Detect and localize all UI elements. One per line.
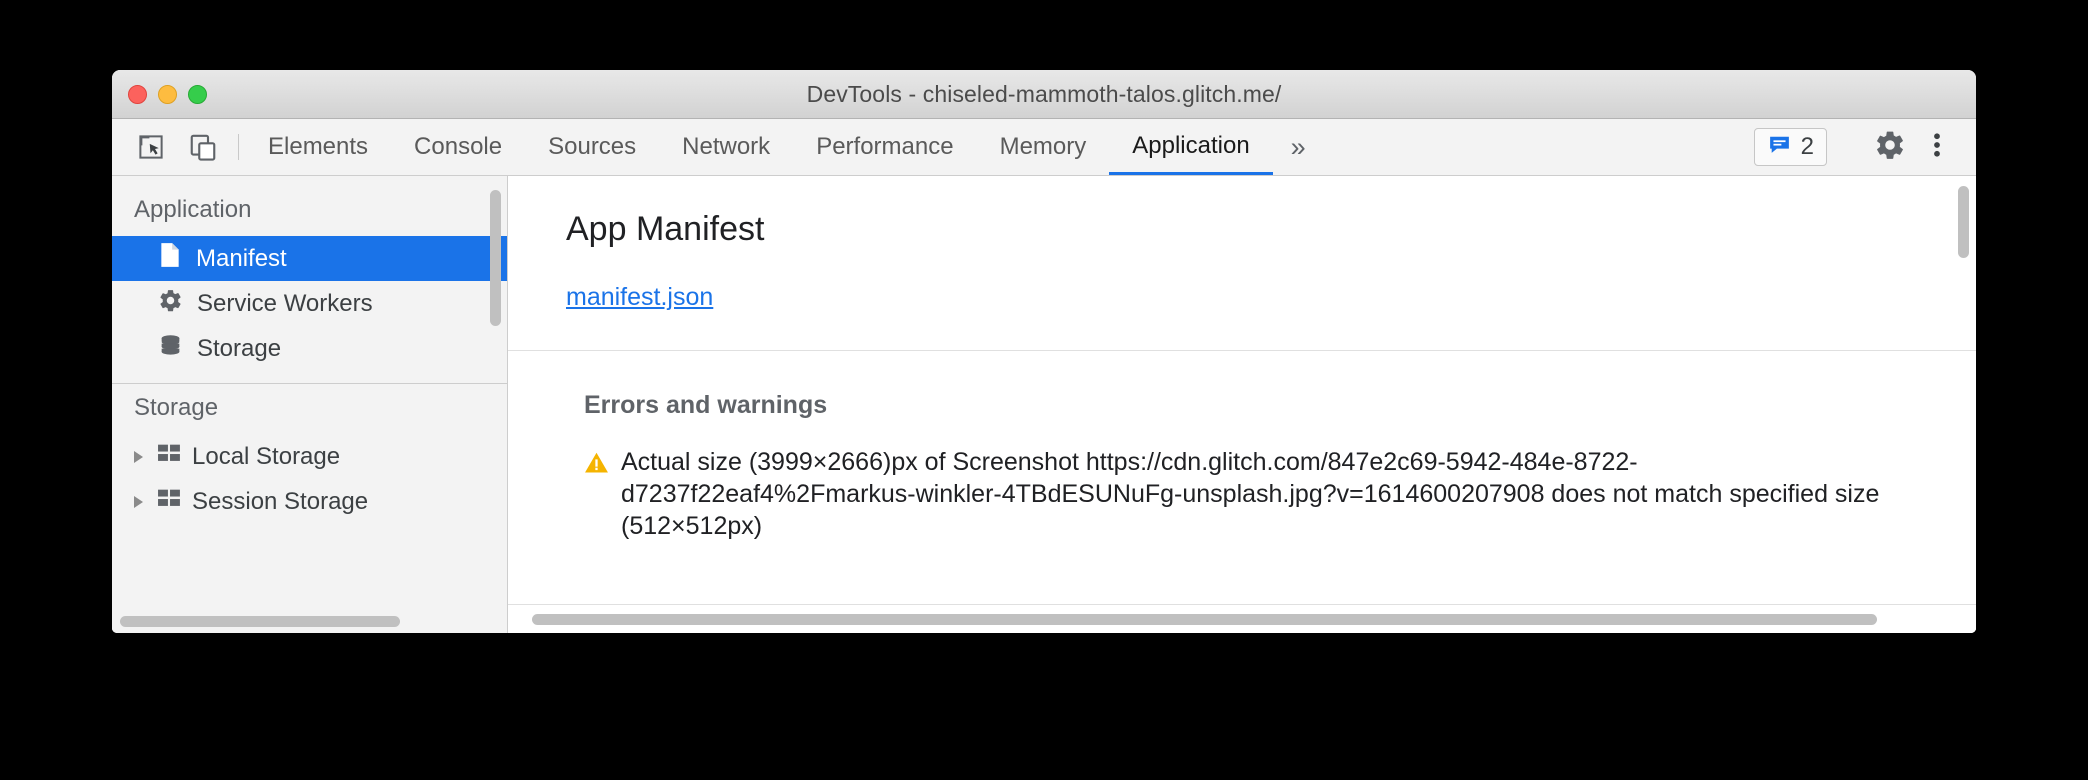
database-icon: [158, 333, 183, 365]
sidebar-scroll-content: Application Manifest Service Workers Sto…: [112, 176, 507, 633]
maximize-window-button[interactable]: [188, 84, 207, 104]
toolbar-divider: [238, 134, 239, 160]
manifest-header-section: App Manifest manifest.json: [508, 176, 1976, 350]
chevron-right-icon[interactable]: [134, 450, 143, 463]
manifest-panel: App Manifest manifest.json Errors and wa…: [508, 176, 1976, 633]
sidebar-item-session-storage[interactable]: Session Storage: [112, 479, 507, 524]
manifest-vertical-scrollbar[interactable]: [1958, 186, 1969, 258]
errors-heading: Errors and warnings: [584, 391, 828, 419]
screenshot-stage: DevTools - chiseled-mammoth-talos.glitch…: [0, 0, 2088, 780]
sidebar-vertical-scrollbar[interactable]: [490, 190, 501, 326]
message-count: 2: [1800, 133, 1814, 160]
sidebar-item-label: Storage: [197, 334, 282, 362]
window-controls: [128, 70, 207, 118]
more-options-button[interactable]: [1924, 130, 1950, 165]
manifest-bottom-bar: [508, 604, 1976, 633]
more-vertical-icon: [1924, 130, 1950, 165]
tab-performance[interactable]: Performance: [793, 119, 976, 175]
sidebar-item-manifest[interactable]: Manifest: [112, 236, 507, 281]
manifest-horizontal-scrollbar[interactable]: [532, 614, 1877, 625]
toolbar-icon-group: [112, 119, 232, 175]
table-icon: [157, 487, 182, 516]
sidebar-item-label: Manifest: [196, 244, 287, 272]
message-count-button[interactable]: 2: [1753, 128, 1827, 166]
devtools-body: Application Manifest Service Workers Sto…: [112, 176, 1976, 633]
table-icon: [157, 442, 182, 471]
page-title: App Manifest: [566, 210, 765, 248]
sidebar-group-title-application: Application: [134, 196, 252, 223]
manifest-scroll-area: App Manifest manifest.json Errors and wa…: [508, 176, 1976, 604]
tab-elements[interactable]: Elements: [245, 119, 391, 175]
device-toolbar-icon[interactable]: [186, 130, 220, 164]
window-title: DevTools - chiseled-mammoth-talos.glitch…: [806, 80, 1282, 107]
sidebar-horizontal-scrollbar[interactable]: [120, 616, 400, 627]
tab-sources[interactable]: Sources: [525, 119, 659, 175]
gear-icon: [158, 288, 183, 320]
sidebar-item-storage[interactable]: Storage: [112, 326, 507, 371]
document-icon: [158, 242, 182, 275]
sidebar-item-label: Service Workers: [197, 289, 373, 317]
close-window-button[interactable]: [128, 84, 147, 104]
sidebar-item-label: Session Storage: [192, 487, 369, 515]
manifest-json-link[interactable]: manifest.json: [566, 283, 713, 311]
tab-console[interactable]: Console: [391, 119, 525, 175]
tab-application[interactable]: Application: [1109, 119, 1273, 175]
tab-memory[interactable]: Memory: [977, 119, 1110, 175]
errors-and-warnings-section: Errors and warnings Actual size (3999×26…: [508, 350, 1976, 572]
warning-triangle-icon: [584, 451, 609, 479]
inspect-element-icon[interactable]: [134, 130, 168, 164]
application-sidebar: Application Manifest Service Workers Sto…: [112, 176, 508, 633]
panel-tabs: Elements Console Sources Network Perform…: [245, 119, 1754, 175]
window-titlebar: DevTools - chiseled-mammoth-talos.glitch…: [112, 70, 1976, 119]
settings-button[interactable]: [1850, 129, 1924, 166]
minimize-window-button[interactable]: [158, 84, 177, 104]
more-tabs-chevron-icon[interactable]: »: [1273, 119, 1326, 175]
gear-icon: [1874, 129, 1906, 166]
message-bubble-icon: [1767, 132, 1792, 162]
sidebar-item-local-storage[interactable]: Local Storage: [112, 434, 507, 479]
sidebar-item-service-workers[interactable]: Service Workers: [112, 281, 507, 326]
devtools-toolbar: Elements Console Sources Network Perform…: [112, 119, 1976, 176]
warning-row: Actual size (3999×2666)px of Screenshot …: [584, 446, 1928, 542]
sidebar-item-label: Local Storage: [192, 442, 341, 470]
chevron-right-icon[interactable]: [134, 495, 143, 508]
devtools-window: DevTools - chiseled-mammoth-talos.glitch…: [112, 70, 1976, 633]
warning-message: Actual size (3999×2666)px of Screenshot …: [621, 448, 1880, 540]
sidebar-group-title-storage: Storage: [134, 394, 219, 421]
tab-network[interactable]: Network: [659, 119, 793, 175]
toolbar-right-group: 2: [1753, 119, 1976, 175]
